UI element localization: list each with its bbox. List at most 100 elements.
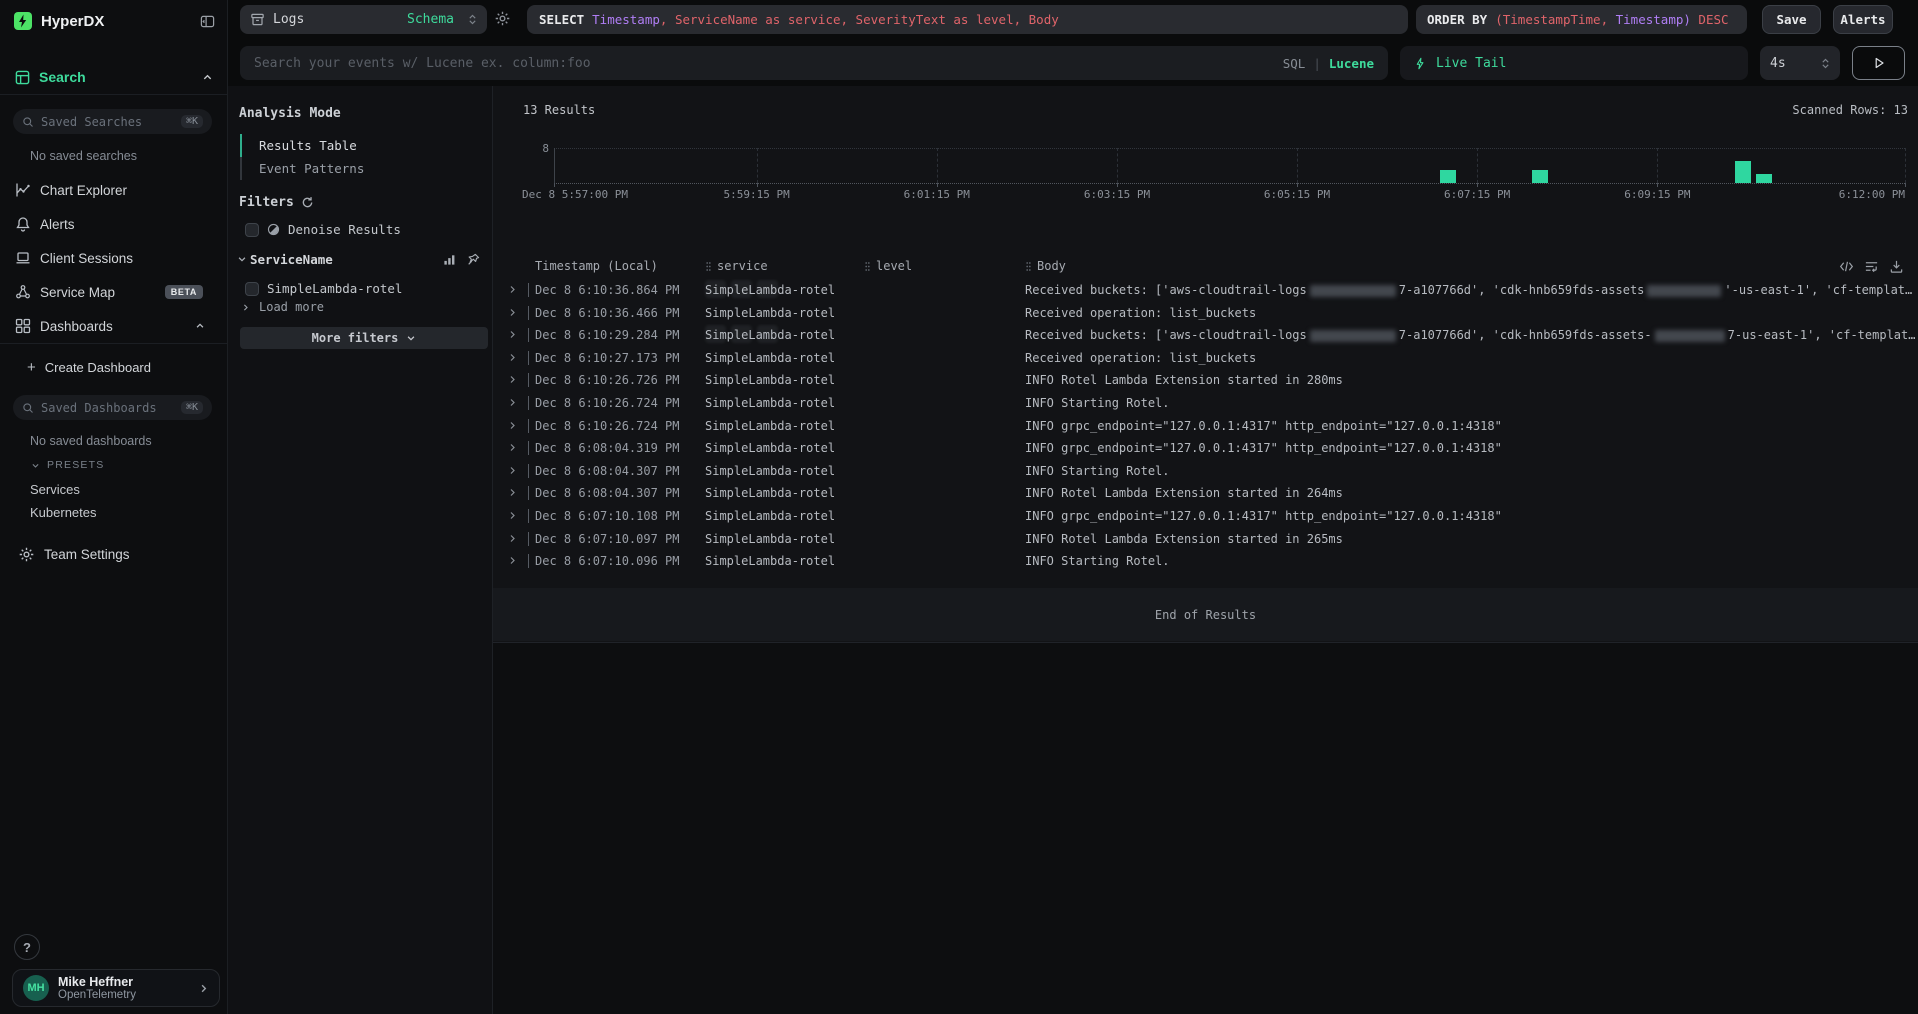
- column-header-body[interactable]: Body: [1012, 259, 1918, 273]
- facet-servicename-header[interactable]: ServiceName: [237, 251, 480, 267]
- facet-values: SimpleLambda-rotel: [245, 280, 480, 297]
- more-filters-button[interactable]: More filters: [240, 327, 488, 349]
- row-expander-icon[interactable]: [508, 534, 517, 543]
- cell-timestamp: Dec 8 6:08:04.307 PM: [535, 482, 692, 505]
- sidebar-item-dashboards[interactable]: Dashboards: [15, 309, 217, 343]
- empty-region: [493, 642, 1918, 1014]
- cell-timestamp: Dec 8 6:08:04.319 PM: [535, 437, 692, 460]
- facet-value-checkbox[interactable]: [245, 282, 259, 296]
- wrap-lines-icon[interactable]: [1864, 259, 1879, 274]
- create-dashboard-button[interactable]: + Create Dashboard: [27, 358, 151, 376]
- severity-indicator: [528, 532, 529, 546]
- table-row[interactable]: Dec 8 6:10:36.864 PM SimpleLambda-rotel …: [493, 279, 1918, 302]
- preset-item-kubernetes[interactable]: Kubernetes: [30, 501, 217, 524]
- chart-tick: [937, 183, 938, 187]
- facet-pin-icon[interactable]: [467, 253, 480, 266]
- row-expander-icon[interactable]: [508, 398, 517, 407]
- sql-language-toggle[interactable]: SQL: [1283, 56, 1306, 71]
- alerts-button[interactable]: Alerts: [1833, 5, 1893, 34]
- table-row[interactable]: Dec 8 6:08:04.307 PM SimpleLambda-rotel …: [493, 460, 1918, 483]
- user-card[interactable]: MH Mike Heffner OpenTelemetry: [12, 969, 220, 1007]
- search-input[interactable]: [254, 56, 1275, 71]
- row-expander-icon[interactable]: [508, 466, 517, 475]
- divider: [0, 343, 227, 344]
- analysis-mode-event-patterns[interactable]: Event Patterns: [240, 157, 480, 180]
- saved-dashboards-input[interactable]: ⌘K: [13, 395, 212, 420]
- presets-header[interactable]: PRESETS: [31, 459, 104, 471]
- chart-tick: [554, 183, 555, 187]
- sidebar-item-alerts[interactable]: Alerts: [15, 207, 217, 241]
- sidebar-item-service-map[interactable]: Service MapBETA: [15, 275, 217, 309]
- row-expander-icon[interactable]: [508, 511, 517, 520]
- search-bar[interactable]: SQL | Lucene: [240, 46, 1388, 80]
- select-stepper-icon: [468, 13, 477, 26]
- load-more-button[interactable]: Load more: [241, 300, 324, 314]
- download-icon[interactable]: [1889, 259, 1904, 274]
- sidebar-nav: Chart ExplorerAlertsClient SessionsServi…: [15, 173, 217, 343]
- order-by-editor[interactable]: ORDER BY (TimestampTime, Timestamp) DESC: [1416, 5, 1747, 34]
- row-expander-icon[interactable]: [508, 443, 517, 452]
- denoise-checkbox[interactable]: [245, 223, 259, 237]
- source-select[interactable]: Logs Schema: [240, 5, 487, 34]
- table-row[interactable]: Dec 8 6:10:26.726 PM SimpleLambda-rotel …: [493, 369, 1918, 392]
- table-row[interactable]: Dec 8 6:10:36.466 PM SimpleLambda-rotel …: [493, 302, 1918, 325]
- sidebar-collapse-icon[interactable]: [200, 14, 215, 29]
- order-by-expression: (TimestampTime, Timestamp) DESC: [1495, 12, 1728, 27]
- saved-searches-field[interactable]: [41, 115, 174, 129]
- table-row[interactable]: Dec 8 6:10:26.724 PM SimpleLambda-rotel …: [493, 415, 1918, 438]
- preset-item-services[interactable]: Services: [30, 478, 217, 501]
- analysis-mode-results-table[interactable]: Results Table: [240, 134, 480, 157]
- log-text: Received operation: list_buckets: [1025, 306, 1256, 320]
- column-label: service: [717, 259, 768, 273]
- row-expander-icon[interactable]: [508, 353, 517, 362]
- drag-handle-icon[interactable]: [864, 261, 871, 272]
- sql-select-editor[interactable]: SELECT Timestamp, ServiceName as service…: [527, 5, 1408, 34]
- sidebar-item-chart-explorer[interactable]: Chart Explorer: [15, 173, 217, 207]
- refresh-icon[interactable]: [301, 196, 314, 209]
- table-row[interactable]: Dec 8 6:10:29.284 PM SimpleLambda-rotel …: [493, 324, 1918, 347]
- row-expander-icon[interactable]: [508, 421, 517, 430]
- sidebar-item-search[interactable]: Search: [15, 66, 213, 88]
- app-title: HyperDX: [41, 13, 104, 30]
- source-settings-button[interactable]: [494, 10, 511, 27]
- facet-chart-icon[interactable]: [443, 253, 456, 266]
- save-button[interactable]: Save: [1762, 5, 1821, 34]
- column-header-timestamp[interactable]: Timestamp (Local): [535, 259, 692, 273]
- row-expander-icon[interactable]: [508, 330, 517, 339]
- cell-level: [853, 550, 1012, 573]
- lucene-language-toggle[interactable]: Lucene: [1329, 56, 1374, 71]
- cell-level: [853, 279, 1012, 302]
- table-row[interactable]: Dec 8 6:08:04.307 PM SimpleLambda-rotel …: [493, 482, 1918, 505]
- column-header-level[interactable]: level: [853, 259, 1012, 273]
- drag-handle-icon[interactable]: [705, 261, 712, 272]
- live-tail-button[interactable]: Live Tail: [1400, 46, 1748, 80]
- hyperdx-logo[interactable]: HyperDX: [14, 9, 215, 33]
- table-row[interactable]: Dec 8 6:10:27.173 PM SimpleLambda-rotel …: [493, 347, 1918, 370]
- row-expander-icon[interactable]: [508, 375, 517, 384]
- row-expander-icon[interactable]: [508, 488, 517, 497]
- cell-body: INFO Rotel Lambda Extension started in 2…: [1012, 528, 1918, 551]
- severity-indicator: [528, 328, 529, 342]
- row-expander-icon[interactable]: [508, 556, 517, 565]
- cell-timestamp: Dec 8 6:10:26.724 PM: [535, 415, 692, 438]
- column-header-service[interactable]: service: [692, 259, 853, 273]
- sidebar-item-team-settings[interactable]: Team Settings: [18, 546, 130, 563]
- row-expander-icon[interactable]: [508, 285, 517, 294]
- table-row[interactable]: Dec 8 6:08:04.319 PM SimpleLambda-rotel …: [493, 437, 1918, 460]
- sidebar-item-client-sessions[interactable]: Client Sessions: [15, 241, 217, 275]
- saved-dashboards-field[interactable]: [41, 401, 174, 415]
- chevron-down-icon: [237, 254, 247, 264]
- table-row[interactable]: Dec 8 6:07:10.096 PM SimpleLambda-rotel …: [493, 550, 1918, 573]
- saved-searches-input[interactable]: ⌘K: [13, 109, 212, 134]
- table-row[interactable]: Dec 8 6:10:26.724 PM SimpleLambda-rotel …: [493, 392, 1918, 415]
- play-button[interactable]: [1852, 46, 1905, 80]
- code-view-icon[interactable]: [1839, 259, 1854, 274]
- help-button[interactable]: ?: [14, 934, 40, 960]
- table-row[interactable]: Dec 8 6:07:10.108 PM SimpleLambda-rotel …: [493, 505, 1918, 528]
- row-expander-icon[interactable]: [508, 308, 517, 317]
- table-row[interactable]: Dec 8 6:07:10.097 PM SimpleLambda-rotel …: [493, 528, 1918, 551]
- chart-tick: [1657, 183, 1658, 187]
- refresh-interval-select[interactable]: 4s: [1760, 46, 1840, 80]
- drag-handle-icon[interactable]: [1025, 261, 1032, 272]
- language-separator: |: [1313, 56, 1321, 71]
